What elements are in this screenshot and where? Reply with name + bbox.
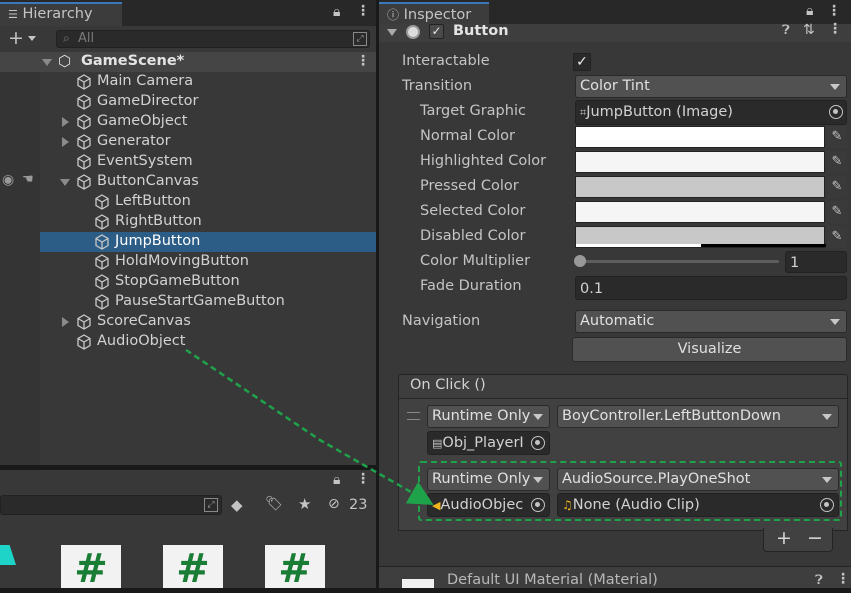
annotation-arrow bbox=[185, 348, 434, 505]
